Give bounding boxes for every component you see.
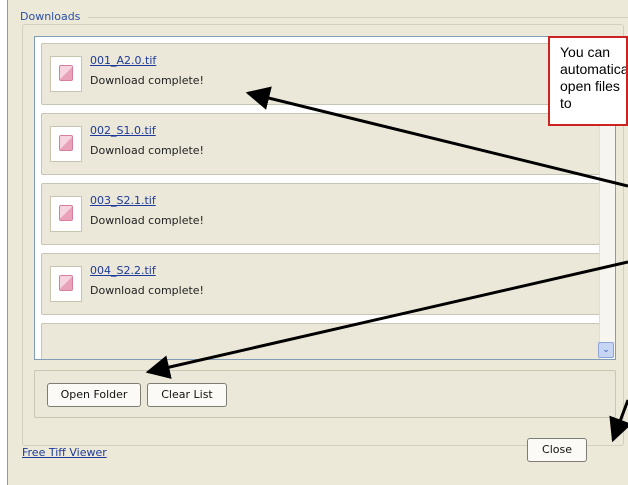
download-file-link[interactable]: 001_A2.0.tif [90, 54, 156, 67]
download-file-link[interactable]: 003_S2.1.tif [90, 194, 156, 207]
clear-list-button[interactable]: Clear List [147, 383, 227, 407]
download-status: Download complete! [90, 284, 204, 297]
download-item-4[interactable]: 004_S2.2.tif Download complete! [41, 253, 600, 315]
callout-annotation: You can automatically open files to [548, 36, 628, 126]
open-folder-button[interactable]: Open Folder [47, 383, 141, 407]
download-item-3[interactable]: 003_S2.1.tif Download complete! [41, 183, 600, 245]
image-file-icon [50, 56, 82, 92]
downloads-list[interactable]: 001_A2.0.tif Download complete! 002_S1.0… [34, 36, 616, 360]
chevron-down-icon[interactable]: ⌄ [598, 342, 614, 358]
image-file-icon [50, 196, 82, 232]
downloads-dialog: Downloads 001_A2.0.tif Download complete… [8, 0, 628, 485]
download-status: Download complete! [90, 214, 204, 227]
free-tiff-viewer-link[interactable]: Free Tiff Viewer [22, 446, 107, 459]
image-file-icon [50, 126, 82, 162]
download-item-partial [41, 323, 600, 359]
close-button[interactable]: Close [527, 438, 587, 462]
group-divider [88, 17, 628, 18]
download-status: Download complete! [90, 74, 204, 87]
download-item-1[interactable]: 001_A2.0.tif Download complete! [41, 43, 600, 105]
list-actions-bar: Open Folder Clear List [34, 370, 616, 418]
downloads-group-title: Downloads [20, 10, 81, 23]
download-file-link[interactable]: 002_S1.0.tif [90, 124, 156, 137]
download-status: Download complete! [90, 144, 204, 157]
image-file-icon [50, 266, 82, 302]
download-file-link[interactable]: 004_S2.2.tif [90, 264, 156, 277]
download-item-2[interactable]: 002_S1.0.tif Download complete! [41, 113, 600, 175]
